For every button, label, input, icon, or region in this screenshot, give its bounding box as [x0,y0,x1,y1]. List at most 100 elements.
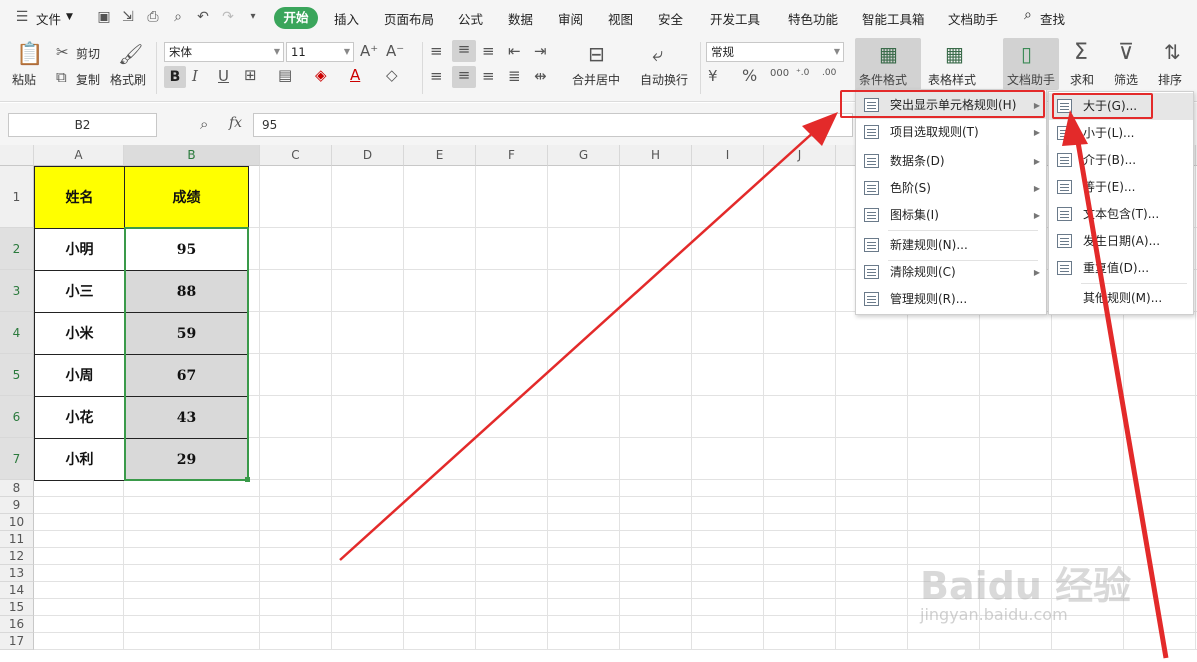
sum-icon[interactable]: Σ [1074,40,1088,65]
grid-cell[interactable] [836,438,908,480]
filter-button[interactable]: 筛选 [1114,71,1138,88]
grid-cell[interactable] [34,514,124,531]
grid-cell[interactable] [332,599,404,616]
grid-cell[interactable] [548,166,620,228]
tab-smart-toolbox[interactable]: 智能工具箱 [862,9,925,28]
grid-cell[interactable] [404,599,476,616]
grid-cell[interactable] [620,599,692,616]
grid-cell[interactable] [548,565,620,582]
grid-cell[interactable] [1124,514,1196,531]
grid-cell[interactable] [1124,616,1196,633]
grid-cell[interactable] [764,616,836,633]
grid-cell[interactable] [980,312,1052,354]
row-header[interactable]: 8 [0,480,34,497]
customize-icon[interactable]: ▾ [245,9,261,25]
grid-cell[interactable] [692,633,764,650]
grid-cell[interactable] [124,565,260,582]
merge-center-icon[interactable]: ⊟ [588,42,605,66]
row-header[interactable]: 1 [0,166,34,228]
grid-cell[interactable] [476,514,548,531]
grid-cell[interactable] [692,599,764,616]
search-icon[interactable]: ⌕ [1024,7,1032,23]
grid-cell[interactable] [404,228,476,270]
hamburger-icon[interactable]: ☰ [14,9,30,25]
conditional-format-button[interactable]: ▦ 条件格式 [855,38,921,90]
wrap-text-icon[interactable]: ⤶ [652,42,663,66]
score-cell[interactable]: 67 [124,354,249,397]
grid-cell[interactable] [1124,497,1196,514]
menu-item-duplicate-values[interactable]: 重复值(D)... [1049,255,1193,282]
export-icon[interactable]: ⇲ [120,9,136,25]
align-right-icon[interactable]: ≡ [482,67,495,85]
grid-cell[interactable] [836,396,908,438]
grid-cell[interactable] [476,166,548,228]
column-header[interactable]: H [620,145,692,166]
column-header[interactable]: D [332,145,404,166]
grid-cell[interactable] [404,565,476,582]
grid-cell[interactable] [404,633,476,650]
grid-cell[interactable] [332,396,404,438]
grid-cell[interactable] [260,582,332,599]
grid-cell[interactable] [476,582,548,599]
grid-cell[interactable] [404,497,476,514]
grid-cell[interactable] [836,565,908,582]
grid-cell[interactable] [764,354,836,396]
menu-item-clear-rules[interactable]: 清除规则(C) ▶ [856,259,1046,286]
wrap-text-button[interactable]: 自动换行 [640,71,688,88]
sum-button[interactable]: 求和 [1070,71,1094,88]
grid-cell[interactable] [1052,354,1124,396]
grid-cell[interactable] [332,166,404,228]
grid-cell[interactable] [1052,480,1124,497]
grid-cell[interactable] [836,354,908,396]
grid-cell[interactable] [620,565,692,582]
grid-cell[interactable] [548,354,620,396]
grid-cell[interactable] [692,354,764,396]
search-button[interactable]: 查找 [1040,9,1065,28]
grid-cell[interactable] [836,599,908,616]
grid-cell[interactable] [980,396,1052,438]
grid-cell[interactable] [620,531,692,548]
grid-cell[interactable] [1052,531,1124,548]
menu-item-text-contains[interactable]: 文本包含(T)... [1049,201,1193,228]
grid-cell[interactable] [908,354,980,396]
tab-special-features[interactable]: 特色功能 [788,9,838,28]
grid-cell[interactable] [908,531,980,548]
tab-home[interactable]: 开始 [274,7,318,29]
grid-cell[interactable] [124,531,260,548]
grid-cell[interactable] [124,616,260,633]
grid-cell[interactable] [548,582,620,599]
decrease-font-icon[interactable]: A⁻ [386,42,404,60]
grid-cell[interactable] [764,599,836,616]
score-cell[interactable]: 88 [124,270,249,313]
grid-cell[interactable] [764,565,836,582]
grid-cell[interactable] [476,531,548,548]
align-center-icon[interactable]: ≡ [452,66,476,88]
grid-cell[interactable] [836,582,908,599]
grid-cell[interactable] [692,480,764,497]
row-header[interactable]: 4 [0,312,34,354]
number-format-select[interactable]: 常规 ▼ [706,42,844,62]
grid-cell[interactable] [332,354,404,396]
tab-security[interactable]: 安全 [658,9,683,28]
grid-cell[interactable] [34,633,124,650]
grid-cell[interactable] [332,548,404,565]
grid-cell[interactable] [332,531,404,548]
grid-cell[interactable] [620,497,692,514]
file-menu[interactable]: 文件 [36,9,61,28]
grid-cell[interactable] [764,228,836,270]
font-color-icon[interactable]: A [350,66,360,84]
score-cell[interactable]: 95 [124,228,249,271]
grid-cell[interactable] [692,531,764,548]
grid-cell[interactable] [692,497,764,514]
grid-cell[interactable] [332,582,404,599]
grid-cell[interactable] [260,599,332,616]
grid-cell[interactable] [692,548,764,565]
grid-cell[interactable] [836,497,908,514]
grid-cell[interactable] [1124,565,1196,582]
grid-cell[interactable] [260,354,332,396]
grid-cell[interactable] [764,166,836,228]
grid-cell[interactable] [1124,582,1196,599]
grid-cell[interactable] [764,548,836,565]
grid-cell[interactable] [1124,354,1196,396]
tab-view[interactable]: 视图 [608,9,633,28]
